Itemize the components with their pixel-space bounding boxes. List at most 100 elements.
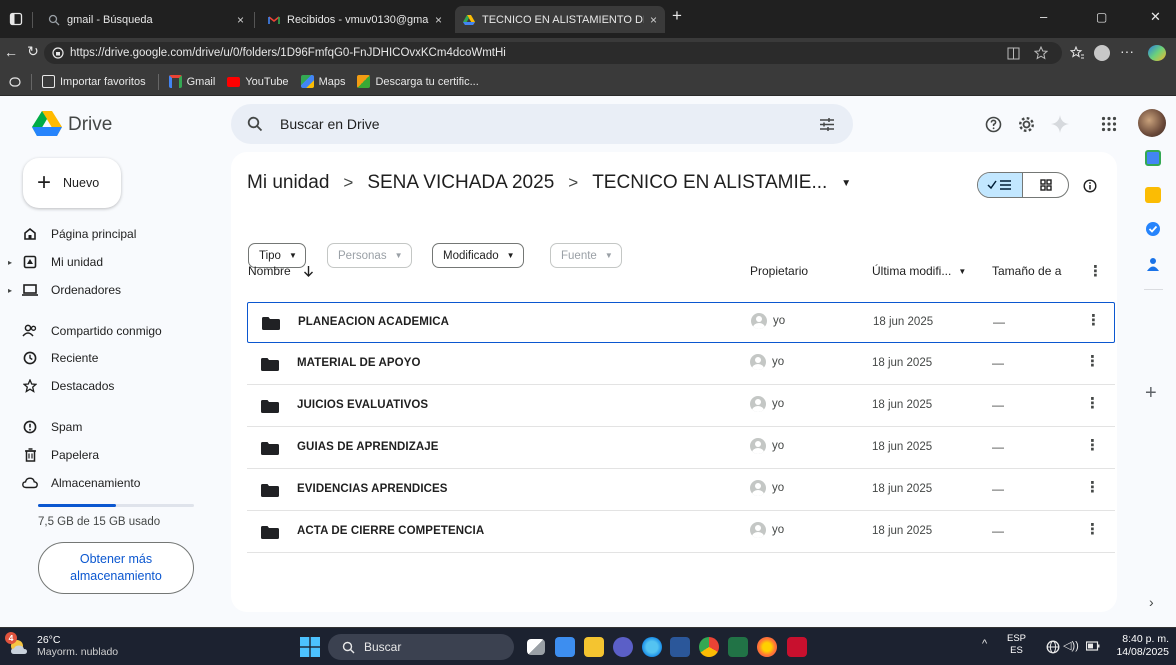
close-tab-icon[interactable]: × xyxy=(650,13,657,27)
file-name[interactable]: EVIDENCIAS APRENDICES xyxy=(297,483,448,495)
add-addon-plus-icon[interactable]: + xyxy=(1145,382,1157,405)
more-actions-icon[interactable]: ⋮ xyxy=(1085,437,1100,455)
tab-gmail-search[interactable]: gmail - Búsqueda × xyxy=(40,6,252,33)
file-row[interactable]: EVIDENCIAS APRENDICES yo 18 jun 2025 — ⋮ xyxy=(247,470,1115,511)
app-name[interactable]: Drive xyxy=(68,114,112,136)
bookmark-import[interactable]: Importar favoritos xyxy=(42,75,146,88)
new-button[interactable]: + Nuevo xyxy=(23,158,121,208)
help-icon[interactable] xyxy=(985,116,1002,133)
more-actions-icon[interactable]: ⋮ xyxy=(1085,521,1100,539)
favorite-star-icon[interactable] xyxy=(1034,46,1048,60)
tab-actions-icon[interactable] xyxy=(9,12,23,26)
nav-trash[interactable]: Papelera xyxy=(22,444,99,466)
file-name[interactable]: PLANEACION ACADEMICA xyxy=(298,316,449,328)
restore-button[interactable]: ▢ xyxy=(1096,10,1107,24)
list-view-button[interactable] xyxy=(978,173,1024,197)
clock[interactable]: 8:40 p. m. 14/08/2025 xyxy=(1116,633,1169,659)
get-more-storage-button[interactable]: Obtener más almacenamiento xyxy=(38,542,194,594)
show-hidden-icons[interactable]: ^ xyxy=(982,638,987,650)
apps-grid-icon[interactable] xyxy=(1101,116,1117,132)
site-info-icon[interactable] xyxy=(52,47,64,59)
language-indicator[interactable]: ESP ES xyxy=(1007,633,1026,657)
more-actions-icon[interactable]: ⋮ xyxy=(1085,353,1100,371)
bookmark-gmail[interactable]: Gmail xyxy=(168,75,215,88)
breadcrumb-item[interactable]: SENA VICHADA 2025 xyxy=(367,172,554,194)
bookmark-certificate[interactable]: Descarga tu certific... xyxy=(357,75,479,88)
store-icon[interactable] xyxy=(555,637,575,657)
breadcrumb-current[interactable]: TECNICO EN ALISTAMIE... xyxy=(592,172,827,194)
network-icon[interactable] xyxy=(1046,640,1060,654)
file-name[interactable]: ACTA DE CIERRE COMPETENCIA xyxy=(297,525,484,537)
sort-arrow-down-icon[interactable] xyxy=(303,265,314,277)
tab-gmail-inbox[interactable]: Recibidos - vmuv0130@gmail.com × xyxy=(260,6,450,33)
nav-spam[interactable]: Spam xyxy=(22,416,82,438)
nav-storage[interactable]: Almacenamiento xyxy=(22,472,140,494)
reader-icon[interactable] xyxy=(1007,47,1020,60)
weather-text[interactable]: 26°C Mayorm. nublado xyxy=(37,634,118,658)
more-actions-icon[interactable]: ⋮ xyxy=(1085,395,1100,413)
taskbar-search[interactable]: Buscar xyxy=(328,634,514,660)
new-tab-button[interactable]: + xyxy=(672,6,682,26)
calendar-icon[interactable] xyxy=(1145,150,1161,166)
tasks-icon[interactable] xyxy=(1145,221,1161,237)
firefox-icon[interactable] xyxy=(757,637,777,657)
contacts-icon[interactable] xyxy=(1145,256,1161,272)
minimize-button[interactable]: – xyxy=(1040,9,1047,24)
filter-people-chip[interactable]: Personas ▼ xyxy=(327,243,412,268)
drive-logo-icon[interactable] xyxy=(32,110,62,136)
column-options-icon[interactable]: ⋮ xyxy=(1088,262,1103,280)
file-row[interactable]: MATERIAL DE APOYO yo 18 jun 2025 — ⋮ xyxy=(247,344,1115,385)
breadcrumb-item[interactable]: Mi unidad xyxy=(247,172,329,194)
chrome-icon[interactable] xyxy=(699,637,719,657)
bookmark-maps[interactable]: Maps xyxy=(300,75,345,88)
more-actions-icon[interactable]: ⋮ xyxy=(1086,312,1101,330)
volume-icon[interactable]: ◁)) xyxy=(1063,639,1079,652)
tab-drive-folder[interactable]: TECNICO EN ALISTAMIENTO DE M × xyxy=(455,6,665,33)
nav-starred[interactable]: Destacados xyxy=(22,375,114,397)
favorites-icon[interactable] xyxy=(1070,46,1085,60)
column-header-owner[interactable]: Propietario xyxy=(750,264,808,278)
word-icon[interactable] xyxy=(670,637,690,657)
task-view-icon[interactable] xyxy=(527,639,545,655)
grid-view-button[interactable] xyxy=(1023,173,1068,197)
weather-widget[interactable]: 4 xyxy=(5,632,30,657)
file-row[interactable]: GUIAS DE APRENDIZAJE yo 18 jun 2025 — ⋮ xyxy=(247,428,1115,469)
search-bar[interactable]: Buscar en Drive xyxy=(231,104,853,144)
close-window-button[interactable]: ✕ xyxy=(1150,9,1161,25)
search-icon[interactable] xyxy=(247,116,263,132)
more-actions-icon[interactable]: ⋮ xyxy=(1085,479,1100,497)
expand-arrow-icon[interactable]: ▸ xyxy=(8,286,22,295)
nav-my-drive[interactable]: ▸ Mi unidad xyxy=(8,251,103,273)
acrobat-icon[interactable] xyxy=(787,637,807,657)
filter-source-chip[interactable]: Fuente ▼ xyxy=(550,243,622,268)
column-header-size[interactable]: Tamaño de a xyxy=(992,264,1061,278)
search-options-icon[interactable] xyxy=(819,117,835,132)
tab-center-icon[interactable] xyxy=(9,76,21,87)
column-header-modified[interactable]: Última modifi... ▼ xyxy=(872,264,966,278)
excel-icon[interactable] xyxy=(728,637,748,657)
teams-icon[interactable] xyxy=(613,637,633,657)
caret-down-icon[interactable]: ▼ xyxy=(841,178,851,189)
file-row[interactable]: PLANEACION ACADEMICA yo 18 jun 2025 — ⋮ xyxy=(247,302,1115,343)
nav-recent[interactable]: Reciente xyxy=(22,347,98,369)
file-explorer-icon[interactable] xyxy=(584,637,604,657)
file-name[interactable]: JUICIOS EVALUATIVOS xyxy=(297,399,428,411)
gemini-sparkle-icon[interactable] xyxy=(1050,114,1070,134)
copilot-icon[interactable] xyxy=(1148,45,1166,61)
column-header-name[interactable]: Nombre xyxy=(248,264,314,278)
file-row[interactable]: ACTA DE CIERRE COMPETENCIA yo 18 jun 2025 —… xyxy=(247,512,1115,553)
nav-shared-with-me[interactable]: Compartido conmigo xyxy=(22,320,162,342)
file-name[interactable]: GUIAS DE APRENDIZAJE xyxy=(297,441,439,453)
file-name[interactable]: MATERIAL DE APOYO xyxy=(297,357,421,369)
collapse-panel-icon[interactable]: › xyxy=(1149,594,1154,610)
bookmark-youtube[interactable]: YouTube xyxy=(227,76,289,88)
info-icon[interactable] xyxy=(1083,179,1097,193)
address-bar[interactable]: https://drive.google.com/drive/u/0/folde… xyxy=(44,42,1062,64)
windows-start-icon[interactable] xyxy=(300,637,320,657)
file-row[interactable]: JUICIOS EVALUATIVOS yo 18 jun 2025 — ⋮ xyxy=(247,386,1115,427)
battery-icon[interactable] xyxy=(1086,641,1100,651)
filter-modified-chip[interactable]: Modificado ▼ xyxy=(432,243,524,268)
more-menu-icon[interactable]: ··· xyxy=(1120,43,1134,59)
edge-icon[interactable] xyxy=(642,637,662,657)
nav-home[interactable]: Página principal xyxy=(22,223,136,245)
